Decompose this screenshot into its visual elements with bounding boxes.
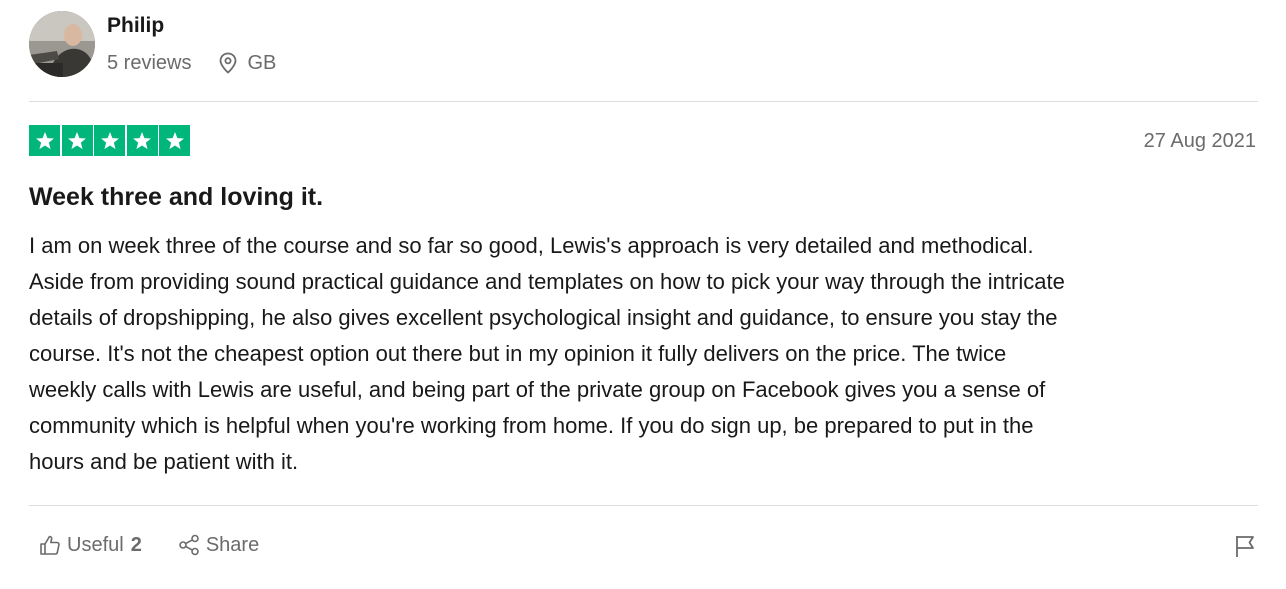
footer-divider [29,505,1258,506]
useful-button[interactable]: Useful 2 [39,534,142,557]
star-rating [29,125,190,156]
star-icon [29,125,60,156]
share-button[interactable]: Share [178,534,259,557]
review-count: 5 reviews [107,51,192,74]
star-icon [126,125,158,156]
share-label: Share [205,533,260,556]
share-icon [178,534,200,556]
location-pin-icon [218,52,238,74]
header-divider [29,101,1258,102]
review-title[interactable]: Week three and loving it. [29,183,323,212]
reviewer-name[interactable]: Philip [107,14,164,38]
review-actions: Useful 2 Share [39,531,259,559]
report-button[interactable] [1234,534,1256,558]
reviewer-country: GB [247,51,277,74]
flag-icon [1234,534,1256,558]
useful-label: Useful [67,533,124,556]
star-icon [61,125,93,156]
star-icon [159,125,190,156]
useful-count: 2 [130,533,142,556]
review-date: 27 Aug 2021 [1143,130,1256,152]
thumbs-up-icon [39,534,61,556]
avatar[interactable] [29,11,95,77]
reviewer-meta: 5 reviews GB [107,50,276,76]
star-icon [94,125,125,156]
review-body: I am on week three of the course and so … [29,233,1065,474]
